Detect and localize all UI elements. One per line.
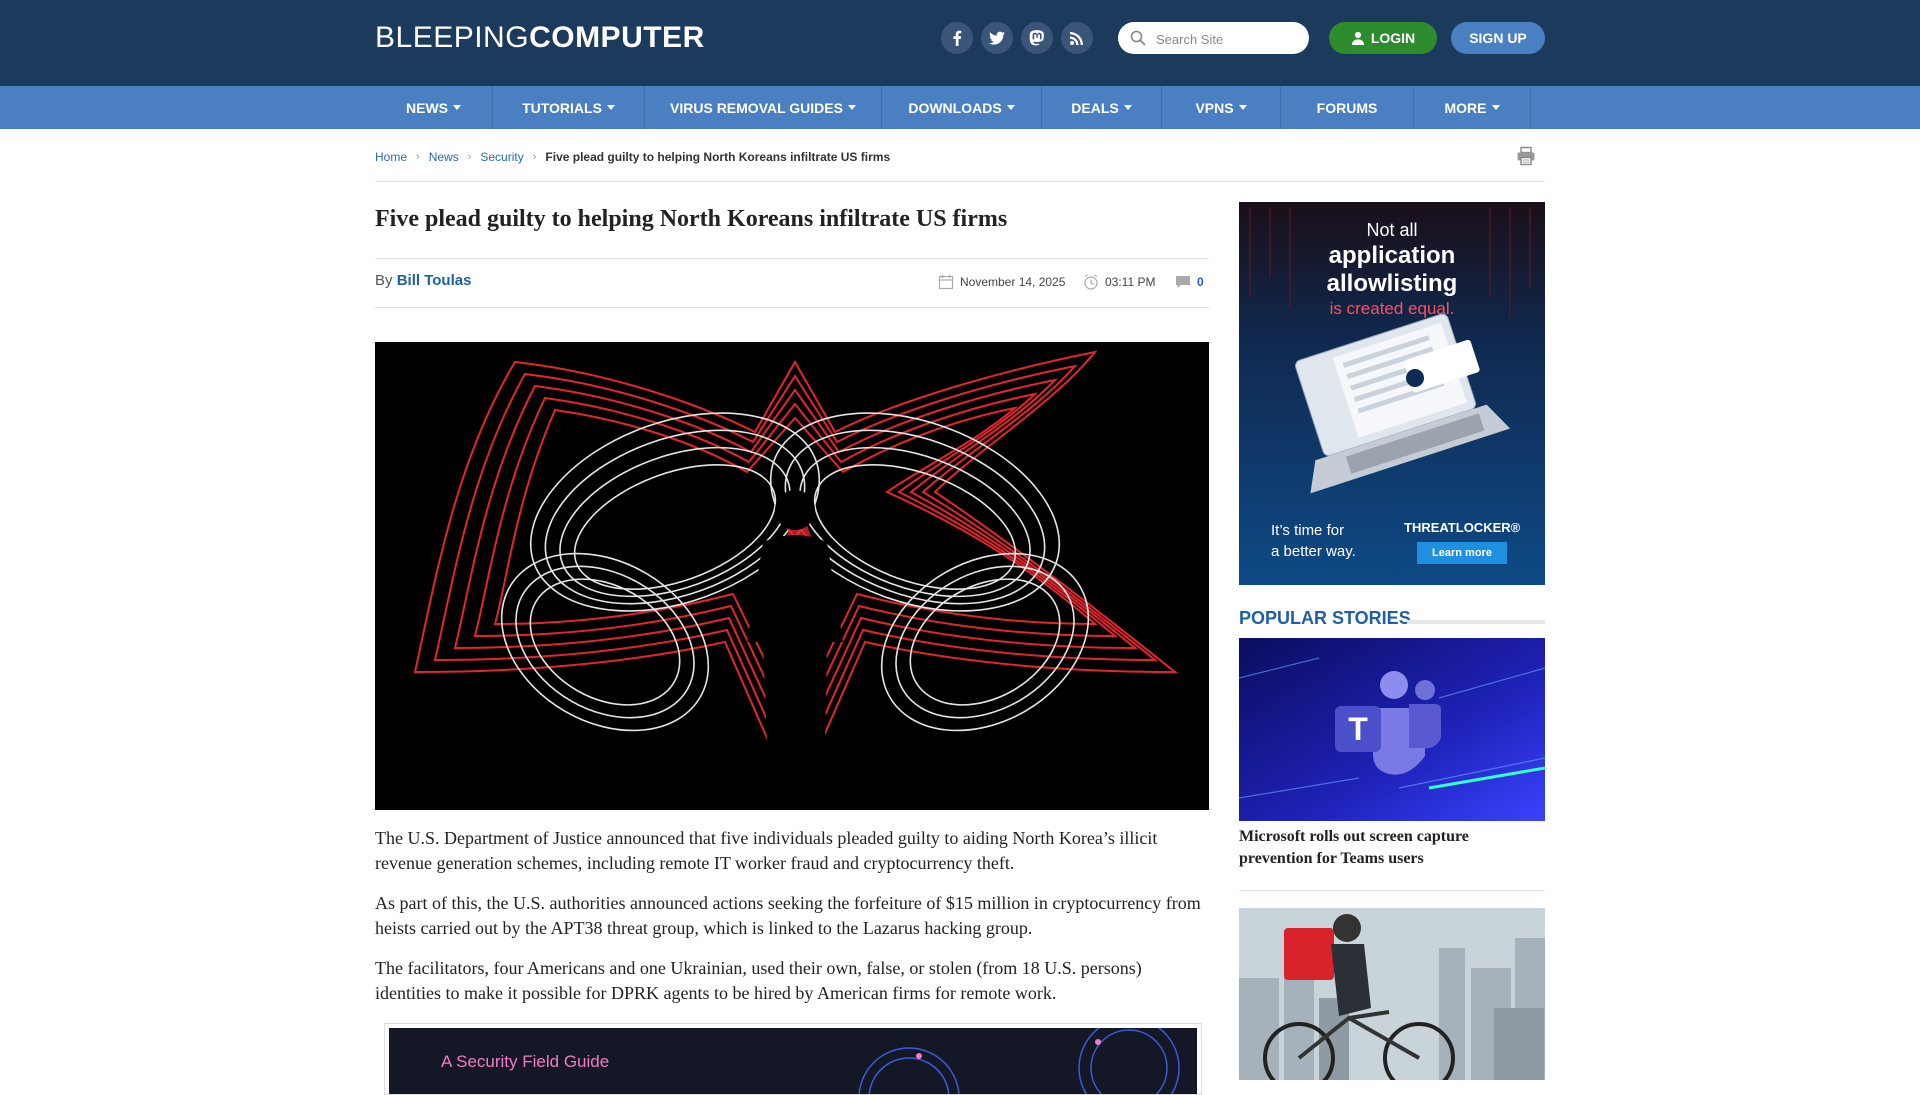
story-title-link[interactable]: Microsoft rolls out screen capture preve… xyxy=(1239,826,1545,870)
byline-divider xyxy=(375,307,1209,308)
caret-down-icon xyxy=(606,105,615,110)
heading-underline xyxy=(1407,620,1545,624)
print-icon[interactable] xyxy=(1516,146,1536,166)
clock-icon xyxy=(1084,274,1098,290)
author-link[interactable]: Bill Toulas xyxy=(397,272,472,289)
logo-text-bold: COMPUTER xyxy=(529,21,705,54)
nav-item-label: DEALS xyxy=(1071,99,1119,116)
nav-item-label: NEWS xyxy=(406,99,448,116)
caret-down-icon xyxy=(847,105,856,110)
svg-text:T: T xyxy=(1348,711,1368,747)
mastodon-icon xyxy=(1029,30,1044,46)
byline: By Bill Toulas xyxy=(375,272,471,289)
nav-item-more[interactable]: MORE xyxy=(1414,86,1531,129)
nav-item-deals[interactable]: DEALS xyxy=(1042,86,1162,129)
nav-item-label: VPNS xyxy=(1195,99,1234,116)
caret-down-icon xyxy=(1238,105,1247,110)
site-header: BLEEPINGCOMPUTER LOGIN SIGN UP xyxy=(0,0,1920,86)
inline-promo-banner[interactable]: A Security Field Guide xyxy=(384,1023,1202,1095)
ad-tagline-2: a better way. xyxy=(1271,543,1356,560)
signup-button[interactable]: SIGN UP xyxy=(1451,22,1545,54)
caret-down-icon xyxy=(453,105,461,110)
date-text: November 14, 2025 xyxy=(960,275,1066,289)
login-label: LOGIN xyxy=(1370,30,1416,46)
breadcrumb-home[interactable]: Home xyxy=(375,150,407,164)
story-thumbnail[interactable] xyxy=(1239,908,1545,1080)
rss-link[interactable] xyxy=(1061,22,1093,54)
nav-item-tutorials[interactable]: TUTORIALS xyxy=(493,86,645,129)
ad-line-1: Not all xyxy=(1366,220,1418,240)
story-thumbnail[interactable]: T xyxy=(1239,638,1545,821)
nav-item-label: DOWNLOADS xyxy=(908,99,1002,116)
title-divider xyxy=(375,258,1209,259)
nav-item-downloads[interactable]: DOWNLOADS xyxy=(882,86,1042,129)
nav-item-vpns[interactable]: VPNS xyxy=(1162,86,1281,129)
chevron-right-icon: › xyxy=(532,151,537,163)
ad-brand: THREATLOCKER® xyxy=(1404,520,1521,535)
mastodon-link[interactable] xyxy=(1021,22,1053,54)
time-text: 03:11 PM xyxy=(1105,275,1156,289)
article-title: Five plead guilty to helping North Korea… xyxy=(375,206,1008,232)
search-input[interactable] xyxy=(1154,28,1303,50)
teams-story-image: T xyxy=(1239,638,1545,821)
nav-item-news[interactable]: NEWS xyxy=(375,86,493,129)
signup-label: SIGN UP xyxy=(1469,30,1527,46)
breadcrumb: Home › News › Security › Five plead guil… xyxy=(375,150,890,164)
chevron-right-icon: › xyxy=(467,151,472,163)
search-icon[interactable] xyxy=(1130,30,1146,46)
nav-item-label: FORUMS xyxy=(1316,99,1378,116)
promo-decoration xyxy=(858,1028,1180,1094)
calendar-icon xyxy=(938,275,954,290)
sidebar-ad-threatlocker[interactable]: Not all application allowlisting is crea… xyxy=(1239,202,1545,585)
courier-bike-story-image xyxy=(1239,908,1545,1080)
article-paragraph: The U.S. Department of Justice announced… xyxy=(375,828,1158,873)
site-logo[interactable]: BLEEPINGCOMPUTER xyxy=(375,20,705,56)
search-box xyxy=(1118,22,1309,54)
popular-stories-heading: POPULAR STORIES xyxy=(1239,608,1411,628)
story-divider xyxy=(1239,890,1545,891)
breadcrumb-news[interactable]: News xyxy=(429,150,459,164)
breadcrumb-security[interactable]: Security xyxy=(480,150,523,164)
light-painting-star-image xyxy=(375,342,1209,810)
caret-down-icon xyxy=(1491,105,1500,110)
ad-line-3: allowlisting xyxy=(1326,270,1458,297)
article-date: November 14, 2025 xyxy=(938,274,1065,290)
nav-item-label: VIRUS REMOVAL GUIDES xyxy=(670,99,843,116)
logo-text-light: BLEEPING xyxy=(375,21,530,54)
login-button[interactable]: LOGIN xyxy=(1329,22,1437,54)
nav-item-label: TUTORIALS xyxy=(522,99,602,116)
ad-line-4: is created equal. xyxy=(1329,299,1455,318)
twitter-link[interactable] xyxy=(981,22,1013,54)
twitter-icon xyxy=(989,31,1005,45)
article-paragraph: The facilitators, four Americans and one… xyxy=(375,958,1142,1003)
comment-icon xyxy=(1176,276,1190,288)
nav-item-label: MORE xyxy=(1444,99,1487,116)
caret-down-icon xyxy=(1123,105,1132,110)
user-icon xyxy=(1351,31,1364,45)
breadcrumb-divider xyxy=(375,181,1545,182)
comment-count: 0 xyxy=(1197,275,1204,289)
comments-link[interactable]: 0 xyxy=(1175,274,1204,290)
byline-prefix: By xyxy=(375,272,393,289)
ad-learn-more-button[interactable]: Learn more xyxy=(1417,542,1507,564)
nav-item-virus-removal-guides[interactable]: VIRUS REMOVAL GUIDES xyxy=(645,86,882,129)
nav-item-forums[interactable]: FORUMS xyxy=(1281,86,1414,129)
article-hero-image xyxy=(375,342,1209,810)
rss-icon xyxy=(1070,32,1083,45)
article-body: The U.S. Department of Justice announced… xyxy=(375,826,1209,1021)
ad-tagline-1: It’s time for xyxy=(1271,522,1345,539)
ad-line-2: application xyxy=(1328,242,1456,269)
chevron-right-icon: › xyxy=(416,151,420,163)
article-paragraph: As part of this, the U.S. authorities an… xyxy=(375,893,1201,938)
main-nav: NEWS TUTORIALS VIRUS REMOVAL GUIDES DOWN… xyxy=(0,86,1920,129)
breadcrumb-current: Five plead guilty to helping North Korea… xyxy=(545,150,891,164)
caret-down-icon xyxy=(1006,105,1015,110)
promo-title: A Security Field Guide xyxy=(441,1052,610,1071)
facebook-icon xyxy=(953,30,962,46)
facebook-link[interactable] xyxy=(941,22,973,54)
article-time: 03:11 PM xyxy=(1083,274,1155,290)
